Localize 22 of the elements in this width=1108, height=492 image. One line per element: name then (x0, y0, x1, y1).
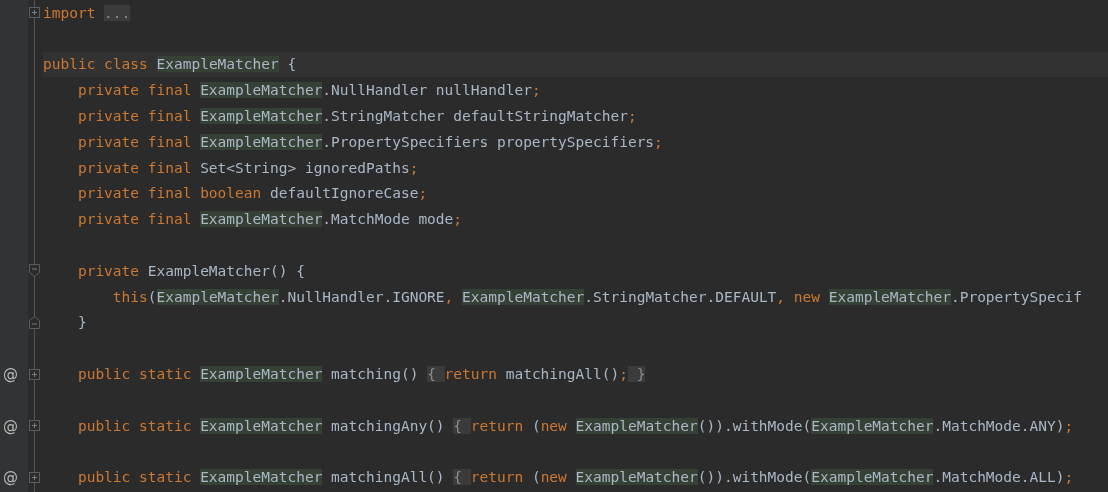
code-line: private final ExampleMatcher.PropertySpecifiers propertySpecifiers; (76, 132, 664, 152)
collapse-icon[interactable] (29, 315, 40, 329)
collapse-icon[interactable] (29, 264, 40, 278)
code-line: } (76, 313, 88, 333)
code-line: public static ExampleMatcher matchingAll() { return (new ExampleMatcher()).withMode(ExampleMatcher.MatchMode.ALL); (76, 468, 1075, 488)
code-line: private final ExampleMatcher.NullHandler nullHandler; (76, 81, 542, 101)
code-line: public static ExampleMatcher matchingAny() { return (new ExampleMatcher()).withMode(ExampleMatcher.MatchMode.ANY); (76, 416, 1075, 436)
code-line: public static ExampleMatcher matching() { return matchingAll(); } (76, 365, 647, 385)
expand-icon[interactable] (29, 368, 40, 380)
code-line: import ... (43, 3, 132, 23)
code-line: private final boolean defaultIgnoreCase; (76, 184, 429, 204)
code-line: private final Set<String> ignoredPaths; (76, 158, 420, 178)
code-line: this(ExampleMatcher.NullHandler.IGNORE, ExampleMatcher.StringMatcher.DEFAULT, new ExampleMatcher.PropertySpecif (111, 287, 1083, 307)
expand-icon[interactable] (29, 471, 40, 483)
code-line: private ExampleMatcher() { (76, 261, 306, 281)
gutter-marker[interactable]: @ (3, 416, 18, 435)
expand-icon[interactable] (29, 7, 40, 19)
gutter-marker[interactable]: @ (3, 468, 18, 487)
code-line: private final ExampleMatcher.StringMatcher defaultStringMatcher; (76, 107, 638, 127)
code-line: private final ExampleMatcher.MatchMode mode; (76, 210, 464, 230)
gutter-marker[interactable]: @ (3, 365, 18, 384)
expand-icon[interactable] (29, 420, 40, 432)
